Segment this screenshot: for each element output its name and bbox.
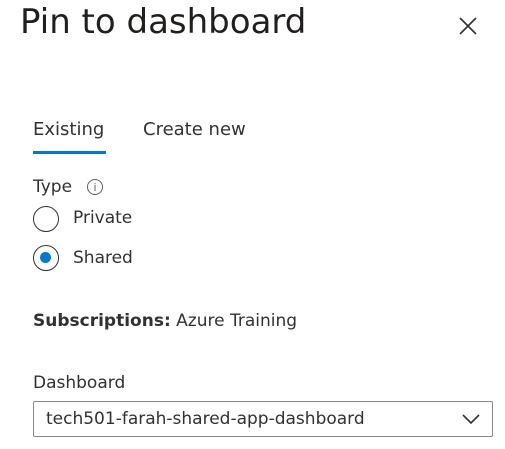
info-icon[interactable]: i bbox=[87, 179, 103, 195]
chevron-down-icon bbox=[462, 414, 480, 425]
dashboard-dropdown[interactable]: tech501-farah-shared-app-dashboard bbox=[33, 401, 493, 437]
radio-private[interactable] bbox=[33, 206, 59, 232]
close-icon[interactable] bbox=[456, 14, 480, 38]
subscriptions-value: Azure Training bbox=[176, 311, 298, 331]
radio-shared[interactable] bbox=[33, 245, 59, 271]
radio-shared-label[interactable]: Shared bbox=[73, 248, 133, 268]
subscriptions-row: Subscriptions: Azure Training bbox=[33, 311, 297, 331]
subscriptions-label: Subscriptions: bbox=[33, 311, 171, 331]
dashboard-selected-value: tech501-farah-shared-app-dashboard bbox=[46, 409, 365, 429]
tab-existing[interactable]: Existing bbox=[33, 119, 104, 140]
tab-create-new[interactable]: Create new bbox=[143, 119, 246, 140]
page-title: Pin to dashboard bbox=[20, 2, 307, 42]
tab-selected-indicator bbox=[33, 151, 106, 154]
radio-private-label[interactable]: Private bbox=[73, 208, 132, 228]
type-label: Type bbox=[33, 177, 73, 197]
dashboard-label: Dashboard bbox=[33, 373, 126, 393]
